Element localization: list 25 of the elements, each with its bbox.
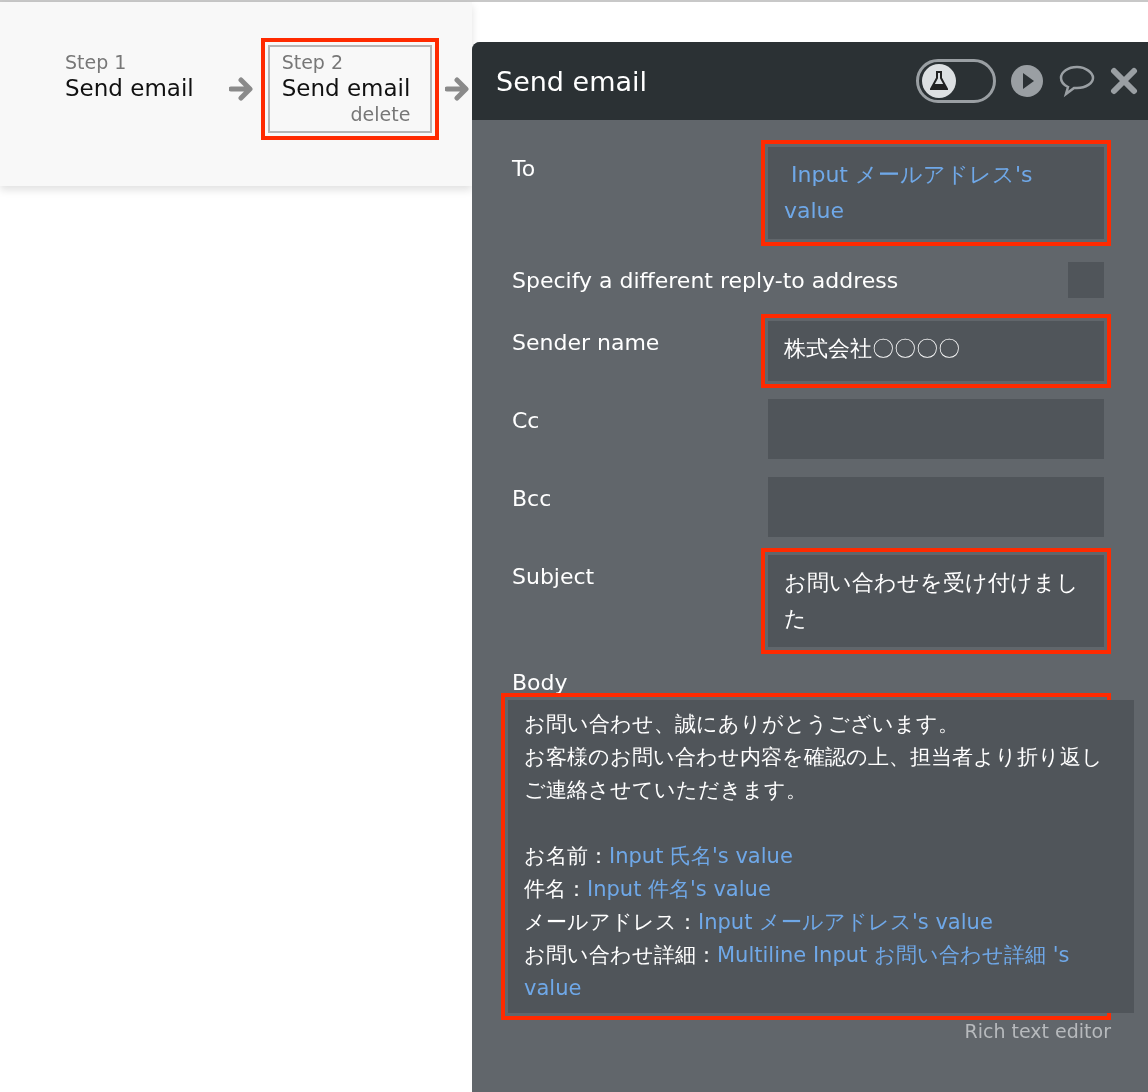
body-text-line: お問い合わせ詳細：Multiline Input お問い合わせ詳細 's value	[524, 942, 1071, 1002]
field-label: Sender name	[512, 329, 660, 355]
body-text-line: メールアドレス：Input メールアドレス's value	[524, 909, 994, 936]
field-label: Body	[512, 670, 569, 695]
step-title: Send email	[281, 75, 411, 101]
field-label: Bcc	[512, 485, 552, 511]
delete-link[interactable]: delete	[350, 103, 411, 125]
field-label: Subject	[512, 563, 595, 589]
input-field[interactable]: 株式会社〇〇〇〇	[768, 321, 1104, 381]
step-title: Send email	[65, 75, 194, 101]
body-text-line: 件名：Input 件名's value	[524, 876, 772, 903]
editor-note: Rich text editor	[964, 1020, 1111, 1042]
field-label: Specify a different reply-to address	[512, 267, 899, 293]
body-text-line: お名前：Input 氏名's value	[524, 843, 794, 870]
field-label: To	[512, 155, 536, 181]
body-text-line: お客様のお問い合わせ内容を確認の上、担当者より折り返しご連絡させていただきます。	[524, 744, 1104, 804]
workflow-step[interactable]: Step 1 Send email	[51, 45, 216, 109]
body-text-line: お問い合わせ、誠にありがとうございます。	[524, 711, 960, 738]
step-number: Step 1	[65, 51, 128, 73]
workflow-step[interactable]: Step 2 Send email delete	[267, 45, 433, 133]
step-number: Step 2	[281, 51, 345, 73]
panel-title: Send email	[496, 65, 649, 97]
body-editor[interactable]: お問い合わせ、誠にありがとうございます。 お客様のお問い合わせ内容を確認の上、担当者より折り返しご連絡させていただきます。 お名前：Input 氏名's value 件名：Input 件名's value メールアドレス：Input メールアドレス's value お問い合わせ詳細：Multiline Input お問い合わせ詳細 's value	[508, 700, 1134, 1013]
input-field[interactable]: お問い合わせを受け付けました	[768, 555, 1104, 647]
field-label: Cc	[512, 407, 540, 433]
